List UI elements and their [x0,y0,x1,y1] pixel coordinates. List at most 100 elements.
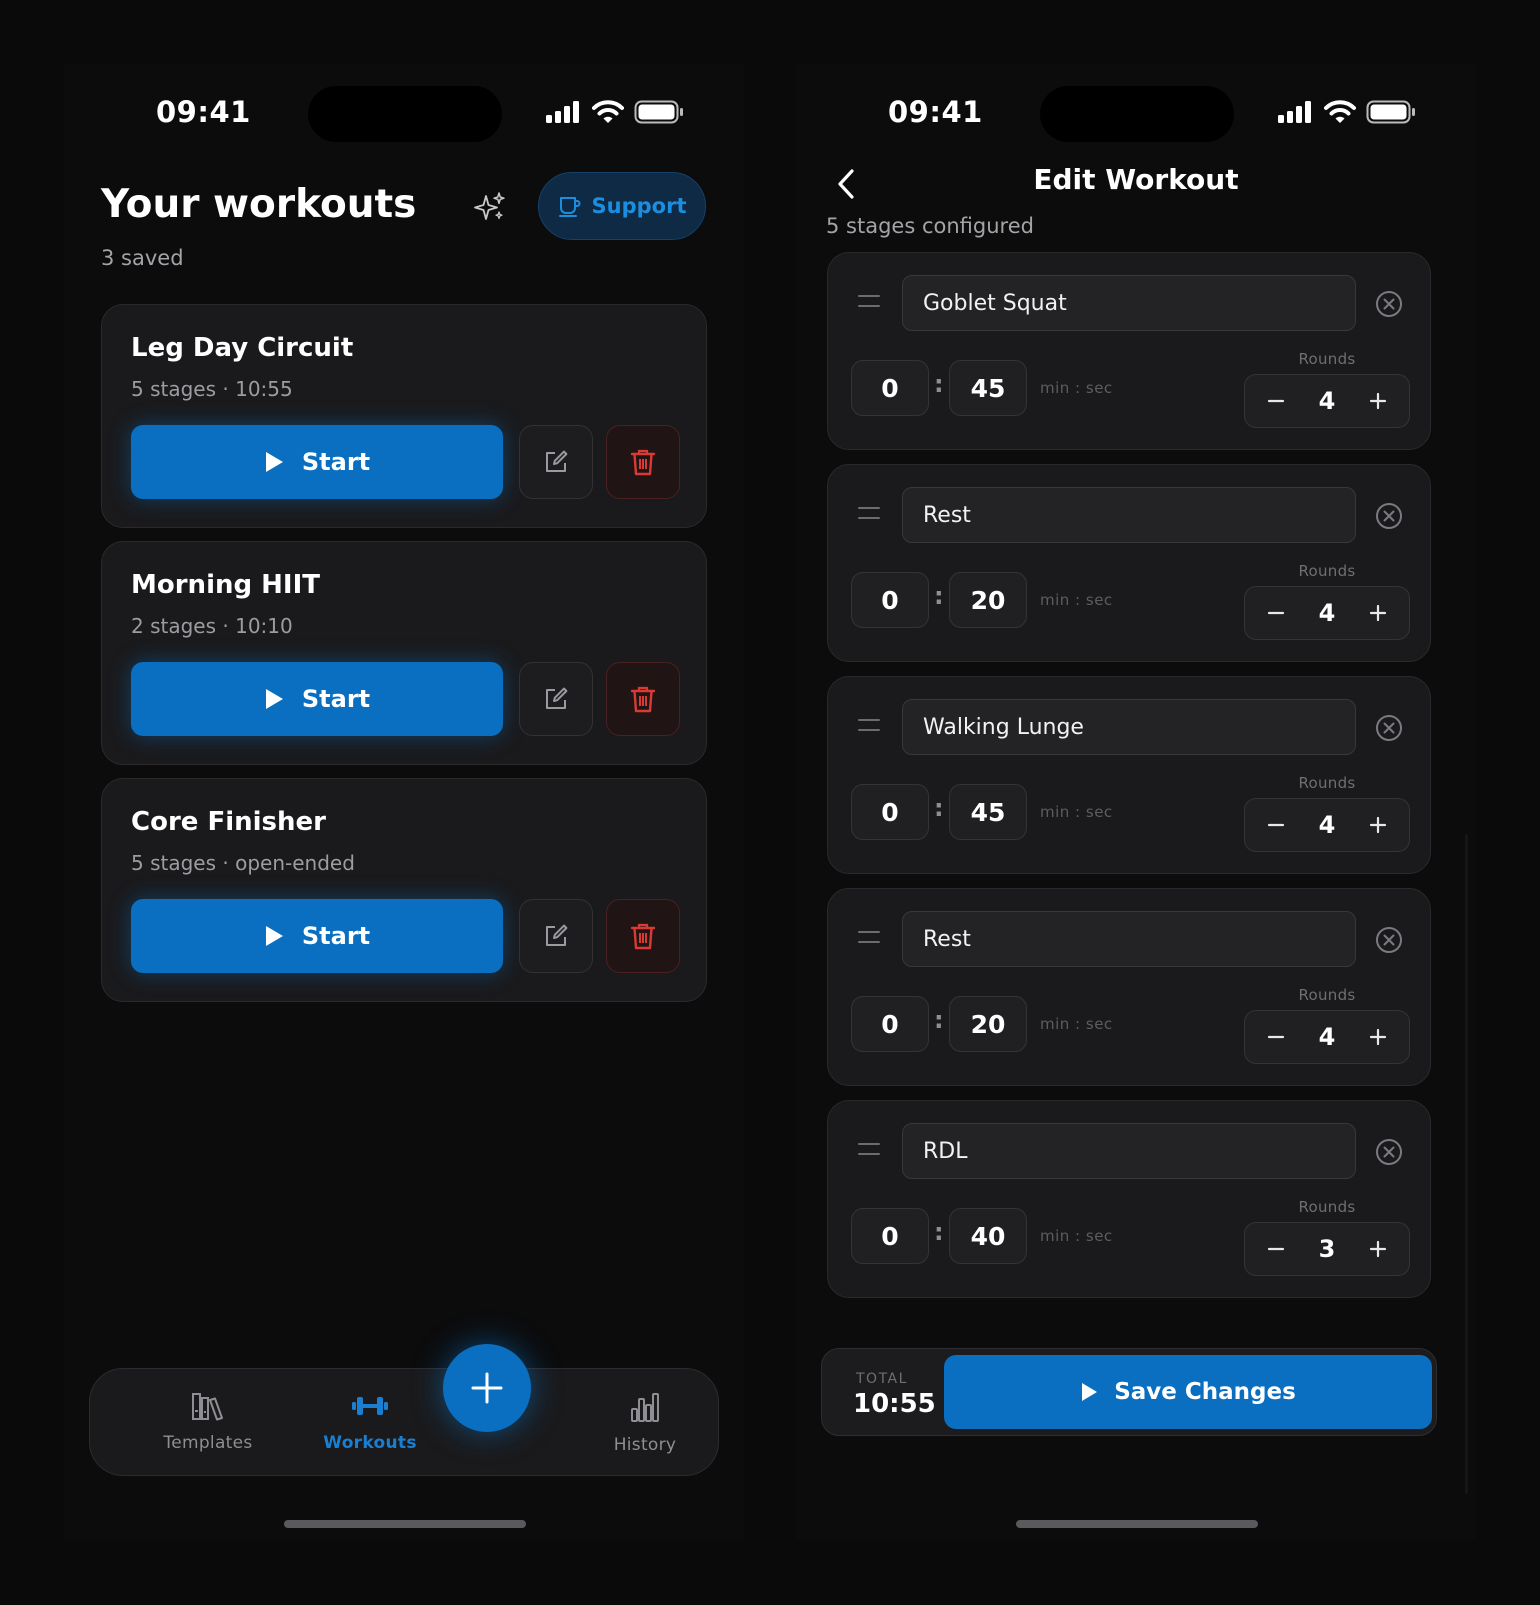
add-workout-button[interactable] [443,1344,531,1432]
stages-count: 5 stages configured [826,214,1034,238]
decrement-button[interactable] [1257,594,1295,632]
plus-icon [1369,1028,1387,1046]
tab-bar: Templates Workouts History [89,1368,719,1476]
coffee-cup-icon [558,197,580,217]
seconds-input[interactable] [949,1208,1027,1264]
stage-card: : min : sec Rounds 3 [827,1100,1431,1298]
dynamic-island [308,86,502,142]
drag-handle[interactable] [858,507,880,519]
rounds-value: 3 [1318,1235,1336,1263]
plus-icon [1369,392,1387,410]
minutes-input[interactable] [851,784,929,840]
scrollbar[interactable] [1465,834,1468,1494]
plus-icon [1369,604,1387,622]
tab-label: Workouts [323,1433,417,1453]
play-icon [265,926,283,946]
total-label: TOTAL [856,1371,908,1387]
dynamic-island [1040,86,1234,142]
drag-handle[interactable] [858,295,880,307]
tab-templates[interactable]: Templates [133,1391,283,1453]
time-unit-label: min : sec [1040,803,1113,821]
stage-card: : min : sec Rounds 4 [827,464,1431,662]
remove-stage-button[interactable] [1374,501,1404,531]
remove-stage-button[interactable] [1374,289,1404,319]
drag-handle[interactable] [858,719,880,731]
stage-name-input[interactable] [902,275,1356,331]
drag-handle[interactable] [858,931,880,943]
stage-name-input[interactable] [902,1123,1356,1179]
saved-count: 3 saved [101,246,184,270]
save-changes-button[interactable]: Save Changes [944,1355,1432,1429]
seconds-input[interactable] [949,784,1027,840]
workouts-screen: 09:41 Your workouts Support 3 saved Leg … [64,64,744,1540]
increment-button[interactable] [1359,806,1397,844]
rounds-stepper: 4 [1244,586,1410,640]
minutes-input[interactable] [851,360,929,416]
start-button[interactable]: Start [131,899,503,973]
edit-button[interactable] [519,425,593,499]
tab-history[interactable]: History [570,1391,720,1455]
rounds-stepper: 4 [1244,798,1410,852]
rounds-value: 4 [1318,599,1336,627]
support-button[interactable]: Support [538,172,706,240]
trash-icon [630,686,656,713]
sparkles-icon [474,192,505,220]
rounds-label: Rounds [1298,774,1356,792]
rounds-stepper: 4 [1244,374,1410,428]
close-circle-icon [1376,715,1402,741]
minutes-input[interactable] [851,1208,929,1264]
decrement-button[interactable] [1257,382,1295,420]
minutes-input[interactable] [851,572,929,628]
wifi-icon [1324,100,1356,123]
edit-icon [546,687,568,709]
home-indicator [284,1520,526,1528]
tab-workouts[interactable]: Workouts [295,1391,445,1453]
increment-button[interactable] [1359,594,1397,632]
stage-name-input[interactable] [902,699,1356,755]
delete-button[interactable] [606,899,680,973]
edit-button[interactable] [519,662,593,736]
minus-icon [1267,1247,1285,1251]
workout-card: Core Finisher 5 stages · open-ended Star… [101,778,707,1002]
drag-handle[interactable] [858,1143,880,1155]
sparkles-button[interactable] [470,188,510,228]
save-bar: TOTAL 10:55 Save Changes [821,1348,1437,1436]
delete-button[interactable] [606,662,680,736]
play-icon [1082,1383,1098,1401]
increment-button[interactable] [1359,1018,1397,1056]
remove-stage-button[interactable] [1374,713,1404,743]
workout-name: Morning HIIT [131,570,320,600]
decrement-button[interactable] [1257,1018,1295,1056]
start-button[interactable]: Start [131,662,503,736]
workout-meta: 2 stages · 10:10 [131,614,293,638]
seconds-input[interactable] [949,360,1027,416]
decrement-button[interactable] [1257,806,1295,844]
stage-name-input[interactable] [902,911,1356,967]
seconds-input[interactable] [949,996,1027,1052]
start-button[interactable]: Start [131,425,503,499]
increment-button[interactable] [1359,1230,1397,1268]
start-label: Start [301,922,371,950]
workout-name: Core Finisher [131,807,326,837]
time-unit-label: min : sec [1040,1015,1113,1033]
battery-icon [634,100,683,124]
minus-icon [1267,399,1285,403]
plus-icon [471,1372,503,1404]
stage-name-input[interactable] [902,487,1356,543]
delete-button[interactable] [606,425,680,499]
time-separator: : [934,794,944,822]
close-circle-icon [1376,291,1402,317]
remove-stage-button[interactable] [1374,925,1404,955]
seconds-input[interactable] [949,572,1027,628]
remove-stage-button[interactable] [1374,1137,1404,1167]
decrement-button[interactable] [1257,1230,1295,1268]
rounds-label: Rounds [1298,350,1356,368]
time-unit-label: min : sec [1040,379,1113,397]
minutes-input[interactable] [851,996,929,1052]
edit-button[interactable] [519,899,593,973]
increment-button[interactable] [1359,382,1397,420]
rounds-stepper: 3 [1244,1222,1410,1276]
edit-icon [546,924,568,946]
save-label: Save Changes [1114,1379,1296,1405]
time-separator: : [934,370,944,398]
